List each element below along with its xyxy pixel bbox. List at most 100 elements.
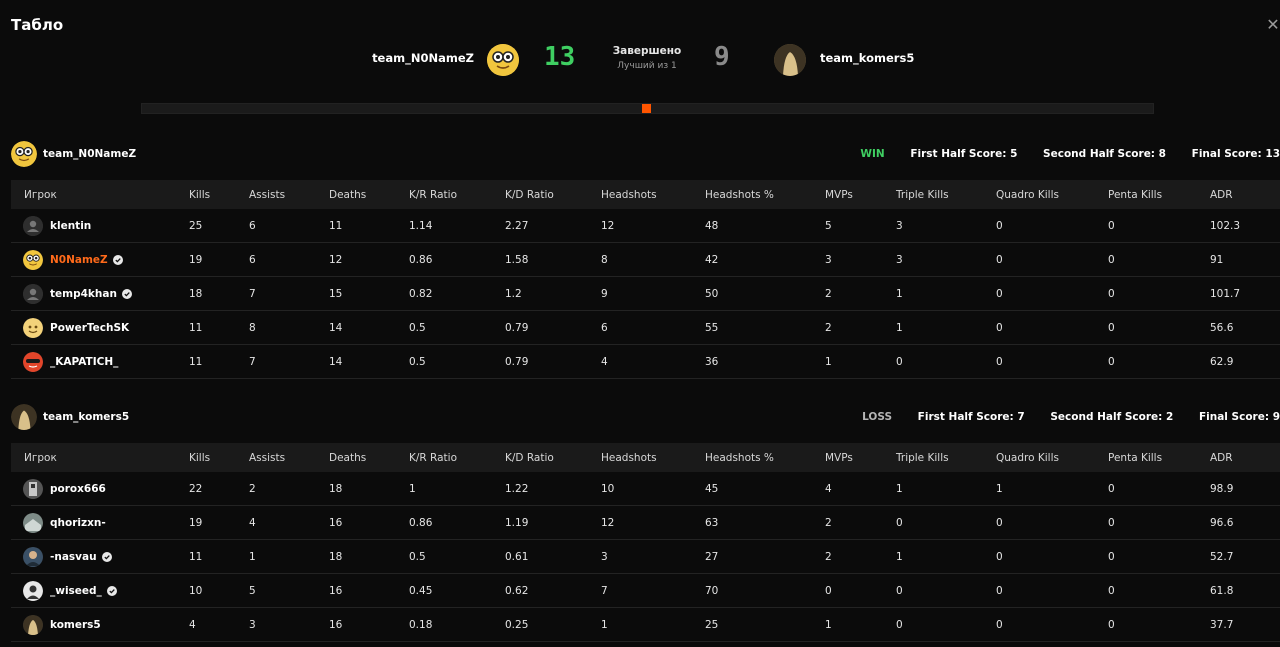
- player-avatar[interactable]: [23, 317, 43, 338]
- stat-cell: 27: [705, 539, 825, 574]
- stat-cell: 0: [825, 573, 896, 608]
- verified-badge-icon: [106, 585, 117, 596]
- stat-cell: 0: [996, 344, 1108, 379]
- player-avatar[interactable]: [23, 478, 43, 499]
- player-link[interactable]: _wiseed_: [23, 580, 189, 601]
- close-icon[interactable]: ✕: [1262, 14, 1280, 36]
- second-half-score: Second Half Score: 2: [1050, 411, 1174, 423]
- stat-cell: 0: [1108, 276, 1210, 311]
- column-header[interactable]: Deaths: [329, 180, 409, 209]
- column-header[interactable]: Quadro Kills: [996, 180, 1108, 209]
- player-name[interactable]: -nasvau: [50, 551, 97, 563]
- verified-badge-icon: [101, 551, 112, 562]
- player-avatar[interactable]: [23, 614, 43, 635]
- team-name[interactable]: team_komers5: [43, 411, 129, 423]
- stat-cell: 7: [601, 573, 705, 608]
- player-name[interactable]: qhorizxn-: [50, 517, 106, 529]
- stat-cell: 19: [189, 242, 249, 277]
- stat-cell: 1.58: [505, 242, 601, 277]
- player-link[interactable]: PowerTechSK: [23, 317, 189, 338]
- table-header-row: Игрок Kills Assists Deaths K/R Ratio K/D…: [11, 443, 1280, 472]
- column-header[interactable]: Headshots: [601, 443, 705, 472]
- column-header[interactable]: Kills: [189, 443, 249, 472]
- player-name[interactable]: _wiseed_: [50, 585, 102, 597]
- player-avatar[interactable]: [23, 215, 43, 236]
- stat-cell: 12: [601, 209, 705, 243]
- player-link[interactable]: _KAPATICH_: [23, 351, 189, 372]
- column-header[interactable]: ADR: [1210, 443, 1280, 472]
- column-header[interactable]: Headshots %: [705, 180, 825, 209]
- column-header[interactable]: Quadro Kills: [996, 443, 1108, 472]
- stat-cell: 6: [601, 310, 705, 345]
- player-avatar[interactable]: [23, 512, 43, 533]
- player-avatar[interactable]: [23, 546, 43, 567]
- player-name[interactable]: komers5: [50, 619, 101, 631]
- column-header[interactable]: Deaths: [329, 443, 409, 472]
- team-avatar[interactable]: [11, 404, 37, 430]
- column-header[interactable]: ADR: [1210, 180, 1280, 209]
- stat-cell: 5: [249, 573, 329, 608]
- stat-cell: 2: [825, 276, 896, 311]
- player-name[interactable]: porox666: [50, 483, 106, 495]
- player-link[interactable]: qhorizxn-: [23, 512, 189, 533]
- team1-score: 13: [544, 42, 576, 72]
- stat-cell: 3: [896, 242, 996, 277]
- team1-name[interactable]: team_N0NameZ: [372, 51, 474, 65]
- player-cell: komers5: [11, 607, 189, 642]
- column-header[interactable]: Headshots: [601, 180, 705, 209]
- stat-cell: 0.86: [409, 242, 505, 277]
- player-name[interactable]: temp4khan: [50, 288, 117, 300]
- stat-cell: 0.62: [505, 573, 601, 608]
- stat-cell: 4: [825, 472, 896, 506]
- team2-name[interactable]: team_komers5: [820, 51, 914, 65]
- stat-cell: 0.5: [409, 310, 505, 345]
- team-avatar[interactable]: [11, 141, 37, 167]
- column-header[interactable]: Headshots %: [705, 443, 825, 472]
- team2-avatar[interactable]: [774, 44, 806, 76]
- stat-cell: 61.8: [1210, 573, 1280, 608]
- team-result: LOSS: [862, 411, 893, 423]
- player-cell: qhorizxn-: [11, 505, 189, 540]
- column-header[interactable]: Assists: [249, 180, 329, 209]
- column-header[interactable]: K/R Ratio: [409, 443, 505, 472]
- player-name[interactable]: N0NameZ: [50, 254, 108, 266]
- stat-cell: 22: [189, 472, 249, 506]
- column-header[interactable]: Triple Kills: [896, 180, 996, 209]
- column-header[interactable]: Kills: [189, 180, 249, 209]
- player-avatar[interactable]: [23, 249, 43, 270]
- player-name[interactable]: klentin: [50, 220, 91, 232]
- column-header[interactable]: K/D Ratio: [505, 443, 601, 472]
- player-avatar[interactable]: [23, 283, 43, 304]
- column-header[interactable]: K/D Ratio: [505, 180, 601, 209]
- stat-cell: 15: [329, 276, 409, 311]
- player-avatar[interactable]: [23, 351, 43, 372]
- player-link[interactable]: porox666: [23, 478, 189, 499]
- team1-avatar[interactable]: [487, 44, 519, 76]
- player-cell: -nasvau: [11, 539, 189, 574]
- player-cell: _wiseed_: [11, 573, 189, 608]
- stat-cell: 1: [409, 472, 505, 506]
- column-header[interactable]: Assists: [249, 443, 329, 472]
- player-link[interactable]: klentin: [23, 215, 189, 236]
- team-name[interactable]: team_N0NameZ: [43, 148, 136, 160]
- column-header[interactable]: K/R Ratio: [409, 180, 505, 209]
- column-header[interactable]: Игрок: [11, 180, 189, 209]
- stat-cell: 0: [996, 209, 1108, 243]
- player-link[interactable]: -nasvau: [23, 546, 189, 567]
- player-link[interactable]: temp4khan: [23, 283, 189, 304]
- stat-cell: 96.6: [1210, 505, 1280, 540]
- stat-cell: 0.61: [505, 539, 601, 574]
- stat-cell: 16: [329, 607, 409, 642]
- player-name[interactable]: PowerTechSK: [50, 322, 129, 334]
- column-header[interactable]: MVPs: [825, 443, 896, 472]
- column-header[interactable]: Penta Kills: [1108, 180, 1210, 209]
- player-name[interactable]: _KAPATICH_: [50, 356, 118, 368]
- stat-cell: 1: [601, 607, 705, 642]
- column-header[interactable]: Triple Kills: [896, 443, 996, 472]
- player-avatar[interactable]: [23, 580, 43, 601]
- column-header[interactable]: MVPs: [825, 180, 896, 209]
- column-header[interactable]: Игрок: [11, 443, 189, 472]
- column-header[interactable]: Penta Kills: [1108, 443, 1210, 472]
- player-link[interactable]: komers5: [23, 614, 189, 635]
- player-link[interactable]: N0NameZ: [23, 249, 189, 270]
